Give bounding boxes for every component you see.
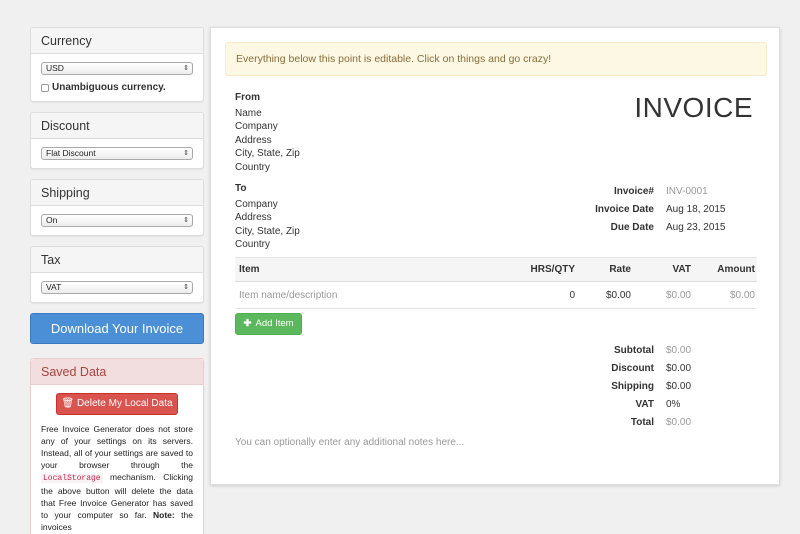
editable-alert: Everything below this point is editable.…: [225, 42, 767, 76]
total-row: Total $0.00: [581, 414, 746, 432]
from-country[interactable]: Country: [235, 161, 300, 175]
item-vat-value: $0.00: [665, 289, 691, 301]
from-label: From: [235, 92, 260, 103]
total-label: Total: [630, 417, 654, 428]
download-invoice-button[interactable]: Download Your Invoice: [30, 313, 204, 344]
invoice-meta: Invoice# INV-0001 Invoice Date Aug 18, 2…: [581, 183, 746, 237]
chevron-updown-icon: ⇕: [183, 150, 189, 157]
tax-select-value: VAT: [46, 282, 62, 292]
invoice-number-value[interactable]: INV-0001: [666, 183, 746, 201]
saved-data-panel: Saved Data 🗑 Delete My Local Data Free I…: [30, 358, 204, 534]
discount-label: Discount: [611, 363, 654, 374]
add-item-button[interactable]: ✚ Add Item: [235, 313, 302, 335]
invoice-title[interactable]: INVOICE: [634, 92, 753, 124]
currency-panel: Currency USD ⇕ Unambiguous currency.: [30, 27, 204, 102]
from-address[interactable]: Address: [235, 134, 300, 148]
subtotal-label: Subtotal: [614, 345, 654, 356]
shipping-select[interactable]: On ⇕: [41, 214, 193, 227]
invoice-card: Everything below this point is editable.…: [210, 27, 780, 485]
saved-data-description: Free Invoice Generator does not store an…: [41, 424, 193, 532]
tax-panel: Tax VAT ⇕: [30, 246, 204, 303]
item-qty-input[interactable]: 0: [495, 290, 575, 301]
to-country[interactable]: Country: [235, 238, 300, 252]
shipping-label: Shipping: [611, 381, 654, 392]
due-date-label: Due Date: [610, 222, 654, 233]
subtotal-value: $0.00: [666, 345, 692, 356]
saved-data-title: Saved Data: [31, 359, 203, 385]
shipping-panel-title: Shipping: [31, 180, 203, 206]
table-row: Item name/description 0 $0.00 $0.00 $0.0…: [235, 282, 757, 309]
subtotal-row: Subtotal $0.00: [581, 342, 746, 360]
localstorage-code: LocalStorage: [41, 474, 103, 483]
invoice-date-label: Invoice Date: [595, 204, 654, 215]
vat-row: VAT 0%: [581, 396, 746, 414]
to-city-state-zip[interactable]: City, State, Zip: [235, 225, 300, 239]
unambiguous-currency-option[interactable]: Unambiguous currency.: [41, 82, 193, 93]
discount-panel-title: Discount: [31, 113, 203, 139]
item-rate-input[interactable]: $0.00: [575, 290, 631, 301]
tax-panel-title: Tax: [31, 247, 203, 273]
header-qty: HRS/QTY: [530, 264, 575, 275]
notes-input[interactable]: You can optionally enter any additional …: [235, 437, 464, 448]
shipping-select-value: On: [46, 215, 58, 225]
chevron-updown-icon: ⇕: [183, 217, 189, 224]
from-block[interactable]: From Name Company Address City, State, Z…: [235, 91, 300, 174]
discount-row: Discount $0.00: [581, 360, 746, 378]
totals: Subtotal $0.00 Discount $0.00 Shipping $…: [581, 342, 746, 432]
discount-panel: Discount Flat Discount ⇕: [30, 112, 204, 169]
invoice-number-label: Invoice#: [613, 186, 654, 197]
shipping-panel: Shipping On ⇕: [30, 179, 204, 236]
header-item: Item: [239, 264, 260, 275]
to-block[interactable]: To Company Address City, State, Zip Coun…: [235, 182, 300, 252]
vat-value[interactable]: 0%: [666, 396, 746, 414]
sidebar: Currency USD ⇕ Unambiguous currency. Dis…: [30, 27, 204, 534]
plus-icon: ✚: [243, 318, 252, 329]
discount-select-value: Flat Discount: [46, 148, 96, 158]
to-company[interactable]: Company: [235, 198, 300, 212]
currency-select[interactable]: USD ⇕: [41, 62, 193, 75]
unambiguous-currency-checkbox[interactable]: [41, 83, 49, 92]
trash-icon: 🗑: [61, 398, 75, 409]
header-vat: VAT: [672, 264, 691, 275]
item-description-input[interactable]: Item name/description: [235, 290, 495, 301]
from-city-state-zip[interactable]: City, State, Zip: [235, 147, 300, 161]
currency-select-value: USD: [46, 63, 64, 73]
from-name[interactable]: Name: [235, 107, 300, 121]
chevron-updown-icon: ⇕: [183, 284, 189, 291]
to-address[interactable]: Address: [235, 211, 300, 225]
item-amount-value: $0.00: [729, 289, 755, 301]
currency-panel-title: Currency: [31, 28, 203, 54]
invoice-number-row: Invoice# INV-0001: [581, 183, 746, 201]
delete-local-data-label: Delete My Local Data: [76, 398, 173, 409]
invoice-date-value[interactable]: Aug 18, 2015: [666, 201, 746, 219]
delete-local-data-button[interactable]: 🗑 Delete My Local Data: [56, 393, 178, 415]
header-rate: Rate: [609, 264, 631, 275]
total-value: $0.00: [666, 417, 692, 428]
unambiguous-currency-label: Unambiguous currency.: [52, 82, 166, 93]
discount-value[interactable]: $0.00: [666, 360, 746, 378]
due-date-value[interactable]: Aug 23, 2015: [666, 219, 746, 237]
invoice-date-row: Invoice Date Aug 18, 2015: [581, 201, 746, 219]
header-amount: Amount: [717, 264, 755, 275]
chevron-updown-icon: ⇕: [183, 65, 189, 72]
shipping-value[interactable]: $0.00: [666, 378, 746, 396]
to-label: To: [235, 183, 247, 194]
from-company[interactable]: Company: [235, 120, 300, 134]
vat-label: VAT: [635, 399, 654, 410]
due-date-row: Due Date Aug 23, 2015: [581, 219, 746, 237]
discount-select[interactable]: Flat Discount ⇕: [41, 147, 193, 160]
shipping-row: Shipping $0.00: [581, 378, 746, 396]
tax-select[interactable]: VAT ⇕: [41, 281, 193, 294]
items-table: Item HRS/QTY Rate VAT Amount Item name/d…: [235, 257, 757, 309]
add-item-label: Add Item: [255, 318, 294, 329]
items-table-header: Item HRS/QTY Rate VAT Amount: [235, 257, 757, 282]
